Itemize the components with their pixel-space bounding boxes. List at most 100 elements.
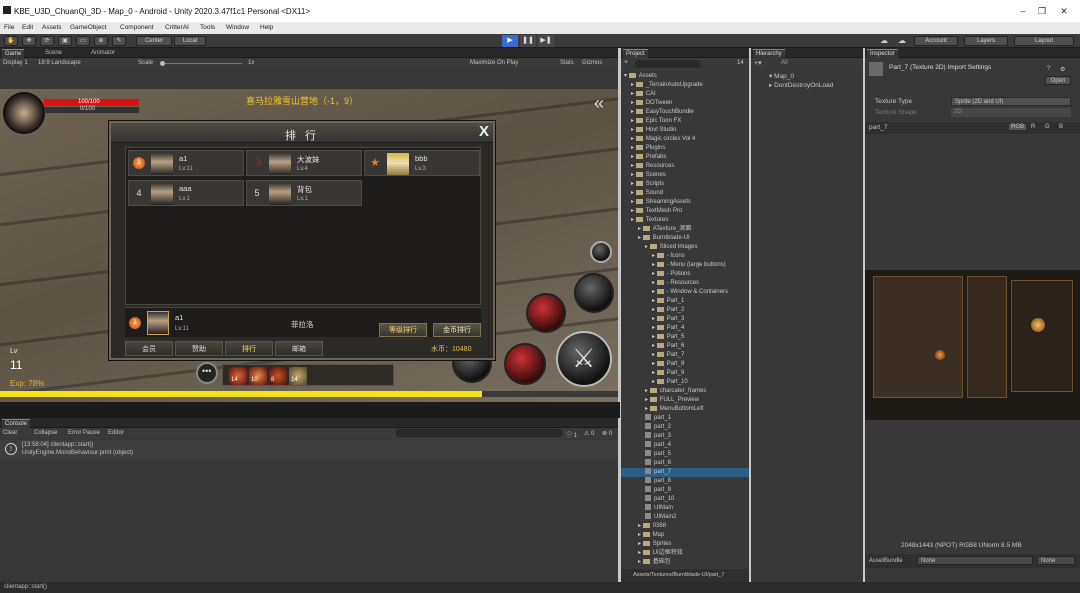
tree-item[interactable]: ▸ Hovl Studio	[631, 126, 676, 135]
help-icon[interactable]: ?	[1047, 66, 1050, 72]
step-button[interactable]: ▶❚	[538, 35, 554, 47]
tree-item[interactable]: ▸ Part_2	[652, 306, 684, 315]
tree-item[interactable]: part_5	[645, 450, 671, 459]
tree-item[interactable]: ▸ Sound	[631, 189, 663, 198]
tree-item[interactable]: ▸ Part_8	[652, 360, 684, 369]
transform-tool-icon[interactable]: ⊕	[94, 36, 108, 46]
rank-card[interactable]: ★ bbb Lv.3	[364, 150, 480, 176]
editor-dropdown[interactable]: Editor	[108, 430, 124, 436]
log-entry[interactable]: ! [13:58:04] clientapp::start() UnityEng…	[0, 440, 618, 460]
menu-edit[interactable]: Edit	[22, 24, 33, 31]
error-count[interactable]: ⊗ 0	[602, 430, 612, 437]
nav-sponsor-button[interactable]: 赞助	[175, 341, 223, 356]
skill-button[interactable]	[526, 293, 566, 333]
create-button[interactable]: +	[624, 59, 628, 66]
channel-b[interactable]: B	[1059, 124, 1063, 130]
tree-item[interactable]: ▸ 0368	[638, 522, 666, 531]
tree-item[interactable]: ▸ Sprites	[638, 540, 671, 549]
tab-inspector[interactable]: Inspector	[867, 49, 898, 58]
tree-item[interactable]: part_4	[645, 441, 671, 450]
move-tool-icon[interactable]: ✥	[22, 36, 36, 46]
open-button[interactable]: Open	[1045, 76, 1071, 85]
clear-button[interactable]: Clear	[3, 430, 17, 436]
tree-item[interactable]: part_1	[645, 414, 671, 423]
collapse-button[interactable]: Collapse	[34, 430, 57, 436]
menu-assets[interactable]: Assets	[42, 24, 62, 31]
menu-window[interactable]: Window	[226, 24, 249, 31]
minimize-icon[interactable]: –	[1016, 5, 1030, 17]
texture-type-dropdown[interactable]: Sprite (2D and UI)	[951, 97, 1071, 106]
hierarchy-search-input[interactable]: All	[781, 60, 788, 66]
tree-item[interactable]: ▸ CAI	[631, 90, 656, 99]
tree-item[interactable]: part_7	[621, 468, 749, 477]
tree-item[interactable]: UIMain2	[645, 513, 676, 522]
close-dialog-button[interactable]: X	[479, 123, 489, 140]
tree-item[interactable]: ▸ - Icons	[652, 252, 685, 261]
tree-item[interactable]: ▸ Resources	[631, 162, 674, 171]
variant-dropdown[interactable]: None	[1037, 556, 1075, 565]
tab-hierarchy[interactable]: Hierarchy	[753, 49, 785, 58]
tree-item[interactable]: part_6	[645, 459, 671, 468]
menu-help[interactable]: Help	[260, 24, 273, 31]
pause-button[interactable]: ❚❚	[520, 35, 536, 47]
item-slot[interactable]: 14	[229, 367, 247, 385]
cloud-icon[interactable]: ☁	[898, 36, 906, 45]
tree-item[interactable]: UIMain	[645, 504, 673, 513]
gold-rank-button[interactable]: 金币排行	[433, 323, 481, 337]
display-dropdown[interactable]: Display 1	[3, 60, 28, 66]
assetbundle-dropdown[interactable]: None	[917, 556, 1033, 565]
error-pause-button[interactable]: Error Pause	[68, 430, 100, 436]
tree-item[interactable]: ▸ Epic Toon FX	[631, 117, 681, 126]
rect-tool-icon[interactable]: ▭	[76, 36, 90, 46]
tree-item[interactable]: ▸ - Resources	[652, 279, 699, 288]
channel-r[interactable]: R	[1031, 124, 1035, 130]
item-slot[interactable]: 10	[249, 367, 267, 385]
pivot-toggle[interactable]: Center	[136, 36, 172, 46]
close-icon[interactable]: ✕	[1057, 5, 1071, 17]
skill-button[interactable]	[504, 343, 546, 385]
rank-card[interactable]: 1 a1 Lv.11	[128, 150, 244, 176]
tree-root-assets[interactable]: ▾ Assets	[624, 72, 657, 81]
texture-shape-dropdown[interactable]: 2D	[951, 108, 1071, 117]
rank-card[interactable]: 5 背包 Lv.1	[246, 180, 362, 206]
tree-item[interactable]: ▸ Part_10	[652, 378, 688, 387]
tree-item[interactable]: ▸ Scenes	[631, 171, 666, 180]
player-avatar[interactable]	[3, 92, 45, 134]
tree-item[interactable]: ▸ EasyTouchBundle	[631, 108, 694, 117]
tree-item[interactable]: part_8	[645, 477, 671, 486]
texture-preview[interactable]	[865, 270, 1080, 420]
tree-item[interactable]: ▸ DOTween	[631, 99, 672, 108]
tree-item[interactable]: part_2	[645, 423, 671, 432]
warning-count[interactable]: ⚠ 0	[584, 430, 594, 437]
hierarchy-item-dontdestroy[interactable]: ▸ DontDestroyOnLoad	[769, 81, 833, 89]
tree-item[interactable]: ▸ Part_5	[652, 333, 684, 342]
tree-item[interactable]: ▸ Part_1	[652, 297, 684, 306]
nav-vip-button[interactable]: 会员	[125, 341, 173, 356]
tree-item[interactable]: part_9	[645, 486, 671, 495]
rank-card[interactable]: ☽ 大波妹 Lv.4	[246, 150, 362, 176]
item-slot[interactable]: 8	[269, 367, 287, 385]
scale-slider[interactable]	[160, 63, 242, 64]
tree-item[interactable]: ▸ TextMesh Pro	[631, 207, 682, 216]
tree-item[interactable]: part_3	[645, 432, 671, 441]
log-count[interactable]: ⓘ 1	[566, 430, 577, 439]
aspect-dropdown[interactable]: 18:9 Landscape	[38, 60, 81, 66]
tree-item[interactable]: ▸ Sliced Images	[645, 243, 697, 252]
rotate-tool-icon[interactable]: ⟳	[40, 36, 54, 46]
menu-tools[interactable]: Tools	[200, 24, 215, 31]
channel-rgb[interactable]: RGB	[1009, 124, 1027, 130]
stats-toggle[interactable]: Stats	[560, 60, 574, 66]
menu-file[interactable]: File	[4, 24, 14, 31]
collab-icon[interactable]: ☁	[880, 36, 888, 45]
refresh-icon[interactable]	[590, 241, 612, 263]
chat-icon[interactable]: •••	[196, 362, 218, 384]
level-rank-button[interactable]: 等级排行	[379, 323, 427, 337]
play-button[interactable]: ▶	[502, 35, 518, 47]
tree-item[interactable]: ▸ FULL_Preview	[645, 396, 699, 405]
tree-item[interactable]: ▸ Part_3	[652, 315, 684, 324]
attack-sword-button[interactable]: ⚔	[556, 331, 612, 387]
tree-item[interactable]: ▸ StreamingAssets	[631, 198, 691, 207]
channel-g[interactable]: G	[1045, 124, 1050, 130]
scale-tool-icon[interactable]: ▣	[58, 36, 72, 46]
tree-item[interactable]: ▸ _TerrainAutoUpgrade	[631, 81, 703, 90]
